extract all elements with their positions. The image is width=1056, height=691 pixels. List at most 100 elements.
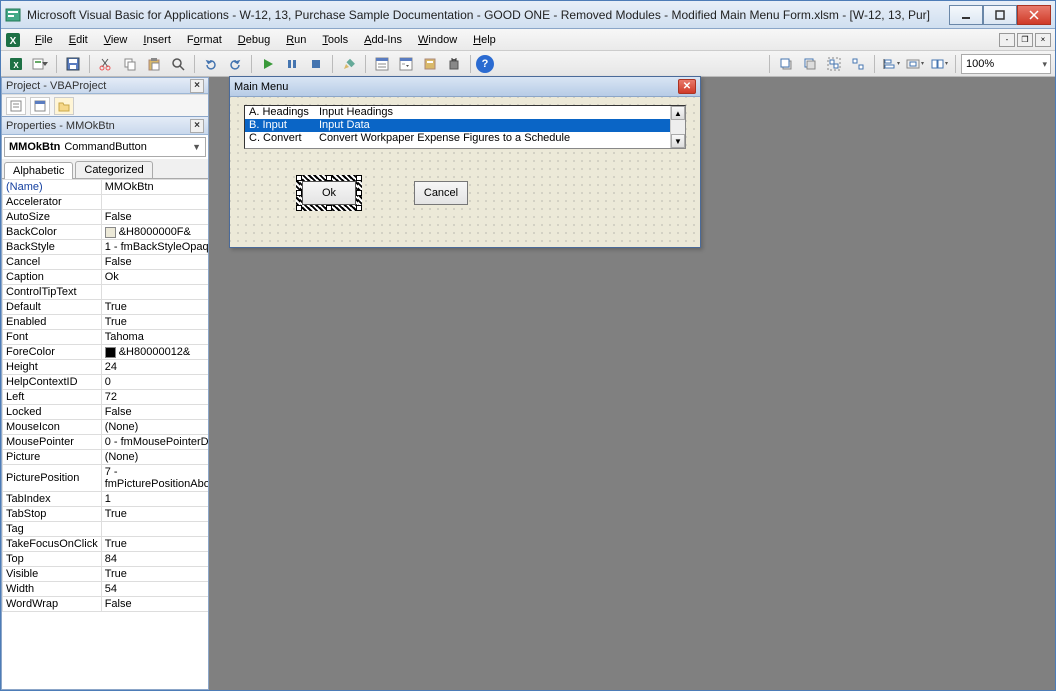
property-row[interactable]: TabStopTrue: [3, 507, 209, 522]
scroll-up-icon[interactable]: ▲: [671, 106, 685, 120]
property-row[interactable]: Width54: [3, 582, 209, 597]
cancel-button[interactable]: Cancel: [414, 181, 468, 205]
break-icon[interactable]: [281, 53, 303, 75]
minimize-button[interactable]: [949, 5, 983, 25]
zoom-dropdown[interactable]: 100%: [961, 54, 1051, 74]
property-row[interactable]: Height24: [3, 360, 209, 375]
mdi-minimize[interactable]: -: [999, 33, 1015, 47]
menu-addins[interactable]: Add-Ins: [356, 32, 410, 48]
property-row[interactable]: HelpContextID0: [3, 375, 209, 390]
menu-help[interactable]: Help: [465, 32, 504, 48]
menu-run[interactable]: Run: [278, 32, 314, 48]
menu-window[interactable]: Window: [410, 32, 465, 48]
property-row[interactable]: Left72: [3, 390, 209, 405]
undo-icon[interactable]: [200, 53, 222, 75]
menu-debug[interactable]: Debug: [230, 32, 278, 48]
property-row[interactable]: (Name)MMOkBtn: [3, 180, 209, 195]
property-row[interactable]: CancelFalse: [3, 255, 209, 270]
tab-alphabetic[interactable]: Alphabetic: [4, 162, 73, 179]
userform-designer[interactable]: Main Menu ✕ A. HeadingsInput HeadingsB. …: [229, 76, 701, 248]
copy-icon[interactable]: [119, 53, 141, 75]
close-button[interactable]: [1017, 5, 1051, 25]
list-item[interactable]: C. ConvertConvert Workpaper Expense Figu…: [245, 132, 670, 145]
userform-listbox[interactable]: A. HeadingsInput HeadingsB. InputInput D…: [244, 105, 686, 149]
group-icon[interactable]: [823, 53, 845, 75]
scrollbar[interactable]: ▲ ▼: [670, 106, 685, 148]
property-row[interactable]: ForeColor&H80000012&: [3, 345, 209, 360]
properties-grid[interactable]: (Name)MMOkBtnAcceleratorAutoSizeFalseBac…: [2, 179, 208, 689]
view-object-icon[interactable]: [30, 97, 50, 115]
mdi-close[interactable]: ×: [1035, 33, 1051, 47]
ungroup-icon[interactable]: [847, 53, 869, 75]
object-selector-combo[interactable]: MMOkBtn CommandButton ▼: [4, 137, 206, 157]
help-icon[interactable]: ?: [476, 55, 494, 73]
send-to-back-icon[interactable]: [799, 53, 821, 75]
property-row[interactable]: CaptionOk: [3, 270, 209, 285]
menu-format[interactable]: Format: [179, 32, 230, 48]
reset-icon[interactable]: [305, 53, 327, 75]
property-row[interactable]: MousePointer0 - fmMousePointerDefault: [3, 435, 209, 450]
menu-edit[interactable]: Edit: [61, 32, 96, 48]
center-dropdown-icon[interactable]: [904, 53, 926, 75]
view-excel-icon[interactable]: X: [5, 53, 27, 75]
list-item[interactable]: A. HeadingsInput Headings: [245, 106, 670, 119]
menu-insert[interactable]: Insert: [135, 32, 179, 48]
find-icon[interactable]: [167, 53, 189, 75]
resize-handle[interactable]: [356, 175, 362, 181]
cut-icon[interactable]: [95, 53, 117, 75]
property-row[interactable]: Accelerator: [3, 195, 209, 210]
property-row[interactable]: WordWrapFalse: [3, 597, 209, 612]
bring-to-front-icon[interactable]: [775, 53, 797, 75]
object-selector-name: MMOkBtn: [9, 141, 60, 153]
property-row[interactable]: AutoSizeFalse: [3, 210, 209, 225]
property-row[interactable]: VisibleTrue: [3, 567, 209, 582]
run-icon[interactable]: [257, 53, 279, 75]
property-row[interactable]: PicturePosition7 - fmPicturePositionAbov…: [3, 465, 209, 492]
project-pane-close-icon[interactable]: ×: [190, 79, 204, 93]
menu-tools[interactable]: Tools: [314, 32, 356, 48]
tab-categorized[interactable]: Categorized: [75, 161, 152, 178]
align-dropdown-icon[interactable]: [880, 53, 902, 75]
property-row[interactable]: LockedFalse: [3, 405, 209, 420]
size-dropdown-icon[interactable]: [928, 53, 950, 75]
object-browser-icon[interactable]: [419, 53, 441, 75]
property-row[interactable]: DefaultTrue: [3, 300, 209, 315]
mdi-restore[interactable]: ❐: [1017, 33, 1033, 47]
paste-icon[interactable]: [143, 53, 165, 75]
toggle-folders-icon[interactable]: [54, 97, 74, 115]
properties-window-icon[interactable]: [395, 53, 417, 75]
project-explorer-icon[interactable]: [371, 53, 393, 75]
property-row[interactable]: TakeFocusOnClickTrue: [3, 537, 209, 552]
resize-handle[interactable]: [356, 205, 362, 211]
resize-handle[interactable]: [326, 205, 332, 211]
properties-pane-close-icon[interactable]: ×: [190, 119, 204, 133]
toolbox-icon[interactable]: [443, 53, 465, 75]
property-row[interactable]: TabIndex1: [3, 492, 209, 507]
save-icon[interactable]: [62, 53, 84, 75]
list-item[interactable]: B. InputInput Data: [245, 119, 670, 132]
property-row[interactable]: EnabledTrue: [3, 315, 209, 330]
ok-button[interactable]: Ok: [302, 181, 356, 205]
maximize-button[interactable]: [983, 5, 1017, 25]
menu-file[interactable]: File: [27, 32, 61, 48]
userform-close-icon[interactable]: ✕: [678, 79, 696, 94]
menu-view[interactable]: View: [96, 32, 136, 48]
view-code-icon[interactable]: [6, 97, 26, 115]
resize-handle[interactable]: [356, 190, 362, 196]
property-row[interactable]: Picture(None): [3, 450, 209, 465]
scroll-down-icon[interactable]: ▼: [671, 134, 685, 148]
property-row[interactable]: FontTahoma: [3, 330, 209, 345]
resize-handle[interactable]: [296, 175, 302, 181]
property-row[interactable]: MouseIcon(None): [3, 420, 209, 435]
resize-handle[interactable]: [296, 205, 302, 211]
redo-icon[interactable]: [224, 53, 246, 75]
property-row[interactable]: ControlTipText: [3, 285, 209, 300]
property-row[interactable]: BackColor&H8000000F&: [3, 225, 209, 240]
resize-handle[interactable]: [296, 190, 302, 196]
property-row[interactable]: Tag: [3, 522, 209, 537]
design-mode-icon[interactable]: [338, 53, 360, 75]
resize-handle[interactable]: [326, 175, 332, 181]
property-row[interactable]: BackStyle1 - fmBackStyleOpaque: [3, 240, 209, 255]
insert-dropdown-icon[interactable]: [29, 53, 51, 75]
property-row[interactable]: Top84: [3, 552, 209, 567]
